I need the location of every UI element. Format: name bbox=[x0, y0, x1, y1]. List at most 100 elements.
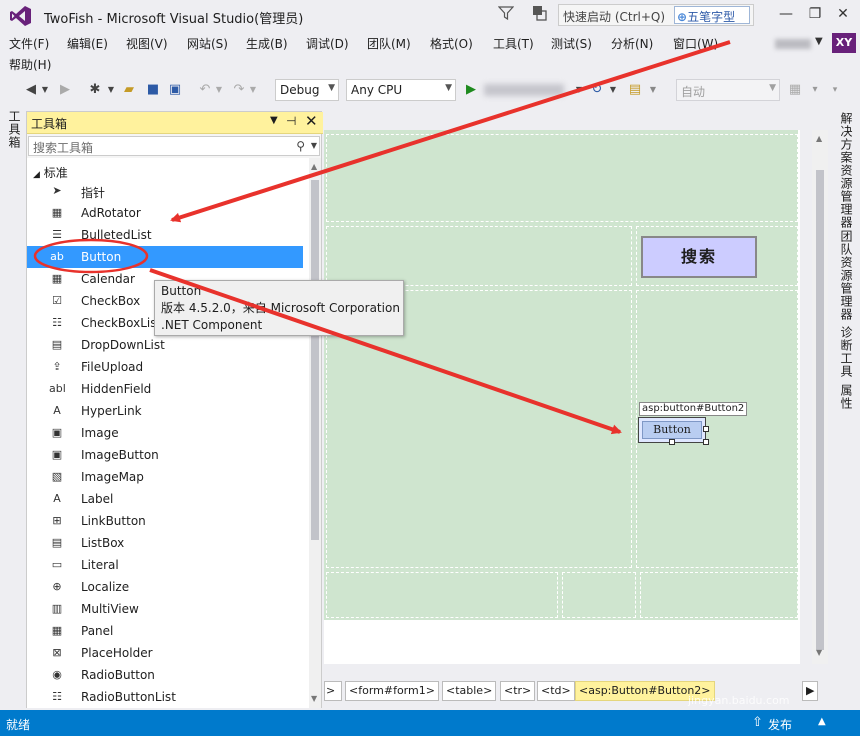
chevron-down-icon[interactable]: ▼ bbox=[815, 36, 823, 47]
search-icon[interactable]: ⚲ bbox=[296, 139, 305, 153]
open-file-icon[interactable]: ▰ bbox=[120, 81, 138, 99]
side-tab-toolbox[interactable]: 工具箱 bbox=[6, 110, 23, 149]
toolbox-item[interactable]: ⇪ FileUpload bbox=[27, 356, 303, 378]
new-project-icon[interactable]: ✱ bbox=[86, 81, 104, 99]
menu-edit[interactable]: 编辑(E) bbox=[67, 35, 108, 52]
toolbox-item[interactable]: ◉ RadioButton bbox=[27, 664, 303, 686]
start-debugging-icon[interactable]: ▶ bbox=[462, 81, 480, 99]
toolbox-item[interactable]: ▣ ImageButton bbox=[27, 444, 303, 466]
search-button[interactable]: 搜索 bbox=[641, 236, 757, 278]
avatar[interactable]: XY bbox=[832, 33, 856, 53]
toolbox-item[interactable]: ▤ ListBox bbox=[27, 532, 303, 554]
auto-dropdown[interactable]: 自动 ▼ bbox=[676, 79, 780, 101]
toolbar-overflow-icon[interactable]: ▾ bbox=[828, 81, 842, 99]
chevron-down-icon[interactable]: ▼ bbox=[214, 81, 224, 99]
scroll-up-icon[interactable]: ▲ bbox=[816, 134, 822, 143]
menu-window[interactable]: 窗口(W) bbox=[673, 35, 718, 52]
toolbox-item[interactable]: ▣ Image bbox=[27, 422, 303, 444]
tag-nav-next[interactable]: ▶ bbox=[802, 681, 818, 701]
menu-test[interactable]: 测试(S) bbox=[551, 35, 592, 52]
scroll-down-icon[interactable]: ▼ bbox=[311, 694, 317, 703]
window-position-icon[interactable]: ▼ bbox=[270, 115, 278, 126]
ime-status-badge[interactable]: ⊕五笔字型 bbox=[674, 6, 750, 24]
solution-configuration-dropdown[interactable]: Debug ▼ bbox=[275, 79, 339, 101]
back-icon[interactable]: ◀ bbox=[22, 81, 40, 99]
resize-handle[interactable] bbox=[703, 426, 709, 432]
menu-debug[interactable]: 调试(D) bbox=[306, 35, 349, 52]
toolbox-group-standard[interactable]: ◢ 标准 bbox=[33, 164, 68, 181]
toolbox-scrollbar[interactable]: ▲ ▼ bbox=[309, 158, 321, 708]
chevron-down-icon[interactable]: ▼ bbox=[106, 81, 116, 99]
toolbox-item[interactable]: ▦ AdRotator bbox=[27, 202, 303, 224]
chevron-down-icon[interactable]: ▼ bbox=[574, 81, 584, 99]
toolbox-item[interactable]: A Label bbox=[27, 488, 303, 510]
chevron-up-icon[interactable]: ▲ bbox=[818, 716, 826, 727]
save-icon[interactable]: ■ bbox=[144, 81, 162, 99]
toolbox-item[interactable]: ▧ ImageMap bbox=[27, 466, 303, 488]
chevron-down-icon[interactable]: ▼ bbox=[311, 141, 317, 150]
menu-help[interactable]: 帮助(H) bbox=[9, 56, 51, 73]
toolbox-item[interactable]: ⊕ Localize bbox=[27, 576, 303, 598]
menu-analyze[interactable]: 分析(N) bbox=[611, 35, 653, 52]
toolbox-search-input[interactable]: 搜索工具箱 ⚲ ▼ bbox=[28, 136, 320, 156]
toolbox-header[interactable]: 工具箱 ▼ ⊣ ✕ bbox=[27, 112, 323, 134]
table-cell[interactable] bbox=[640, 572, 798, 618]
feedback-icon[interactable] bbox=[530, 5, 548, 21]
close-icon[interactable]: ✕ bbox=[305, 112, 318, 130]
side-tab-team-explorer[interactable]: 团队资源管理器 bbox=[838, 230, 855, 321]
tag-form[interactable]: <form#form1> bbox=[345, 681, 439, 701]
chevron-down-icon[interactable]: ▼ bbox=[646, 81, 660, 99]
refresh-icon[interactable]: ↻ bbox=[588, 81, 606, 99]
menu-format[interactable]: 格式(O) bbox=[430, 35, 473, 52]
side-tab-solution-explorer[interactable]: 解决方案资源管理器 bbox=[838, 112, 855, 229]
toolbox-item[interactable]: ▤ DropDownList bbox=[27, 334, 303, 356]
solution-platform-dropdown[interactable]: Any CPU ▼ bbox=[346, 79, 456, 101]
side-tab-diagnostic-tools[interactable]: 诊断工具 bbox=[838, 326, 855, 378]
menu-file[interactable]: 文件(F) bbox=[9, 35, 49, 52]
toolbox-item[interactable]: ☷ RadioButtonList bbox=[27, 686, 303, 708]
designer-scrollbar[interactable]: ▲ ▼ bbox=[812, 130, 828, 664]
redo-icon[interactable]: ↷ bbox=[230, 81, 248, 99]
toolbox-item[interactable]: ➤ 指针 bbox=[27, 180, 303, 202]
menu-view[interactable]: 视图(V) bbox=[126, 35, 168, 52]
start-browser-label[interactable] bbox=[484, 84, 564, 96]
tag-table[interactable]: <table> bbox=[442, 681, 497, 701]
toolbox-item[interactable]: ⊠ PlaceHolder bbox=[27, 642, 303, 664]
tag-nav-overflow[interactable]: > bbox=[324, 681, 342, 701]
table-cell[interactable] bbox=[326, 572, 558, 618]
toolbox-item[interactable]: A HyperLink bbox=[27, 400, 303, 422]
publish-button[interactable]: 发布 bbox=[768, 716, 792, 733]
close-window-button[interactable]: ✕ bbox=[830, 4, 856, 26]
chevron-down-icon[interactable]: ▼ bbox=[608, 81, 618, 99]
format-icon[interactable]: ▦ bbox=[786, 81, 804, 99]
menu-build[interactable]: 生成(B) bbox=[246, 35, 288, 52]
account-name[interactable] bbox=[775, 39, 811, 49]
toolbox-item[interactable]: ab Button bbox=[27, 246, 303, 268]
save-all-icon[interactable]: ▣ bbox=[166, 81, 184, 99]
side-tab-properties[interactable]: 属性 bbox=[838, 384, 855, 410]
toolbox-item[interactable]: ⊞ LinkButton bbox=[27, 510, 303, 532]
toolbox-item[interactable]: ▭ Literal bbox=[27, 554, 303, 576]
chevron-down-icon[interactable]: ▼ bbox=[40, 81, 50, 99]
scroll-up-icon[interactable]: ▲ bbox=[311, 162, 317, 171]
restore-button[interactable]: ❐ bbox=[802, 4, 828, 26]
browse-icon[interactable]: ▤ bbox=[626, 81, 644, 99]
undo-icon[interactable]: ↶ bbox=[196, 81, 214, 99]
chevron-down-icon[interactable]: ▼ bbox=[248, 81, 258, 99]
pin-icon[interactable]: ⊣ bbox=[286, 114, 296, 128]
forward-icon[interactable]: ▶ bbox=[56, 81, 74, 99]
table-cell[interactable] bbox=[562, 572, 636, 618]
scroll-down-icon[interactable]: ▼ bbox=[816, 648, 822, 657]
toolbox-item[interactable]: ▥ MultiView bbox=[27, 598, 303, 620]
menu-team[interactable]: 团队(M) bbox=[367, 35, 411, 52]
tag-td[interactable]: <td> bbox=[537, 681, 575, 701]
chevron-down-icon[interactable]: ▾ bbox=[808, 81, 822, 99]
menu-tools[interactable]: 工具(T) bbox=[493, 35, 534, 52]
resize-handle[interactable] bbox=[669, 439, 675, 445]
table-cell[interactable] bbox=[326, 134, 798, 222]
publish-arrow-icon[interactable]: ⇧ bbox=[752, 715, 763, 730]
designer-scroll-thumb[interactable] bbox=[816, 170, 824, 650]
tag-tr[interactable]: <tr> bbox=[500, 681, 536, 701]
resize-handle[interactable] bbox=[703, 439, 709, 445]
toolbox-item[interactable]: ▦ Panel bbox=[27, 620, 303, 642]
